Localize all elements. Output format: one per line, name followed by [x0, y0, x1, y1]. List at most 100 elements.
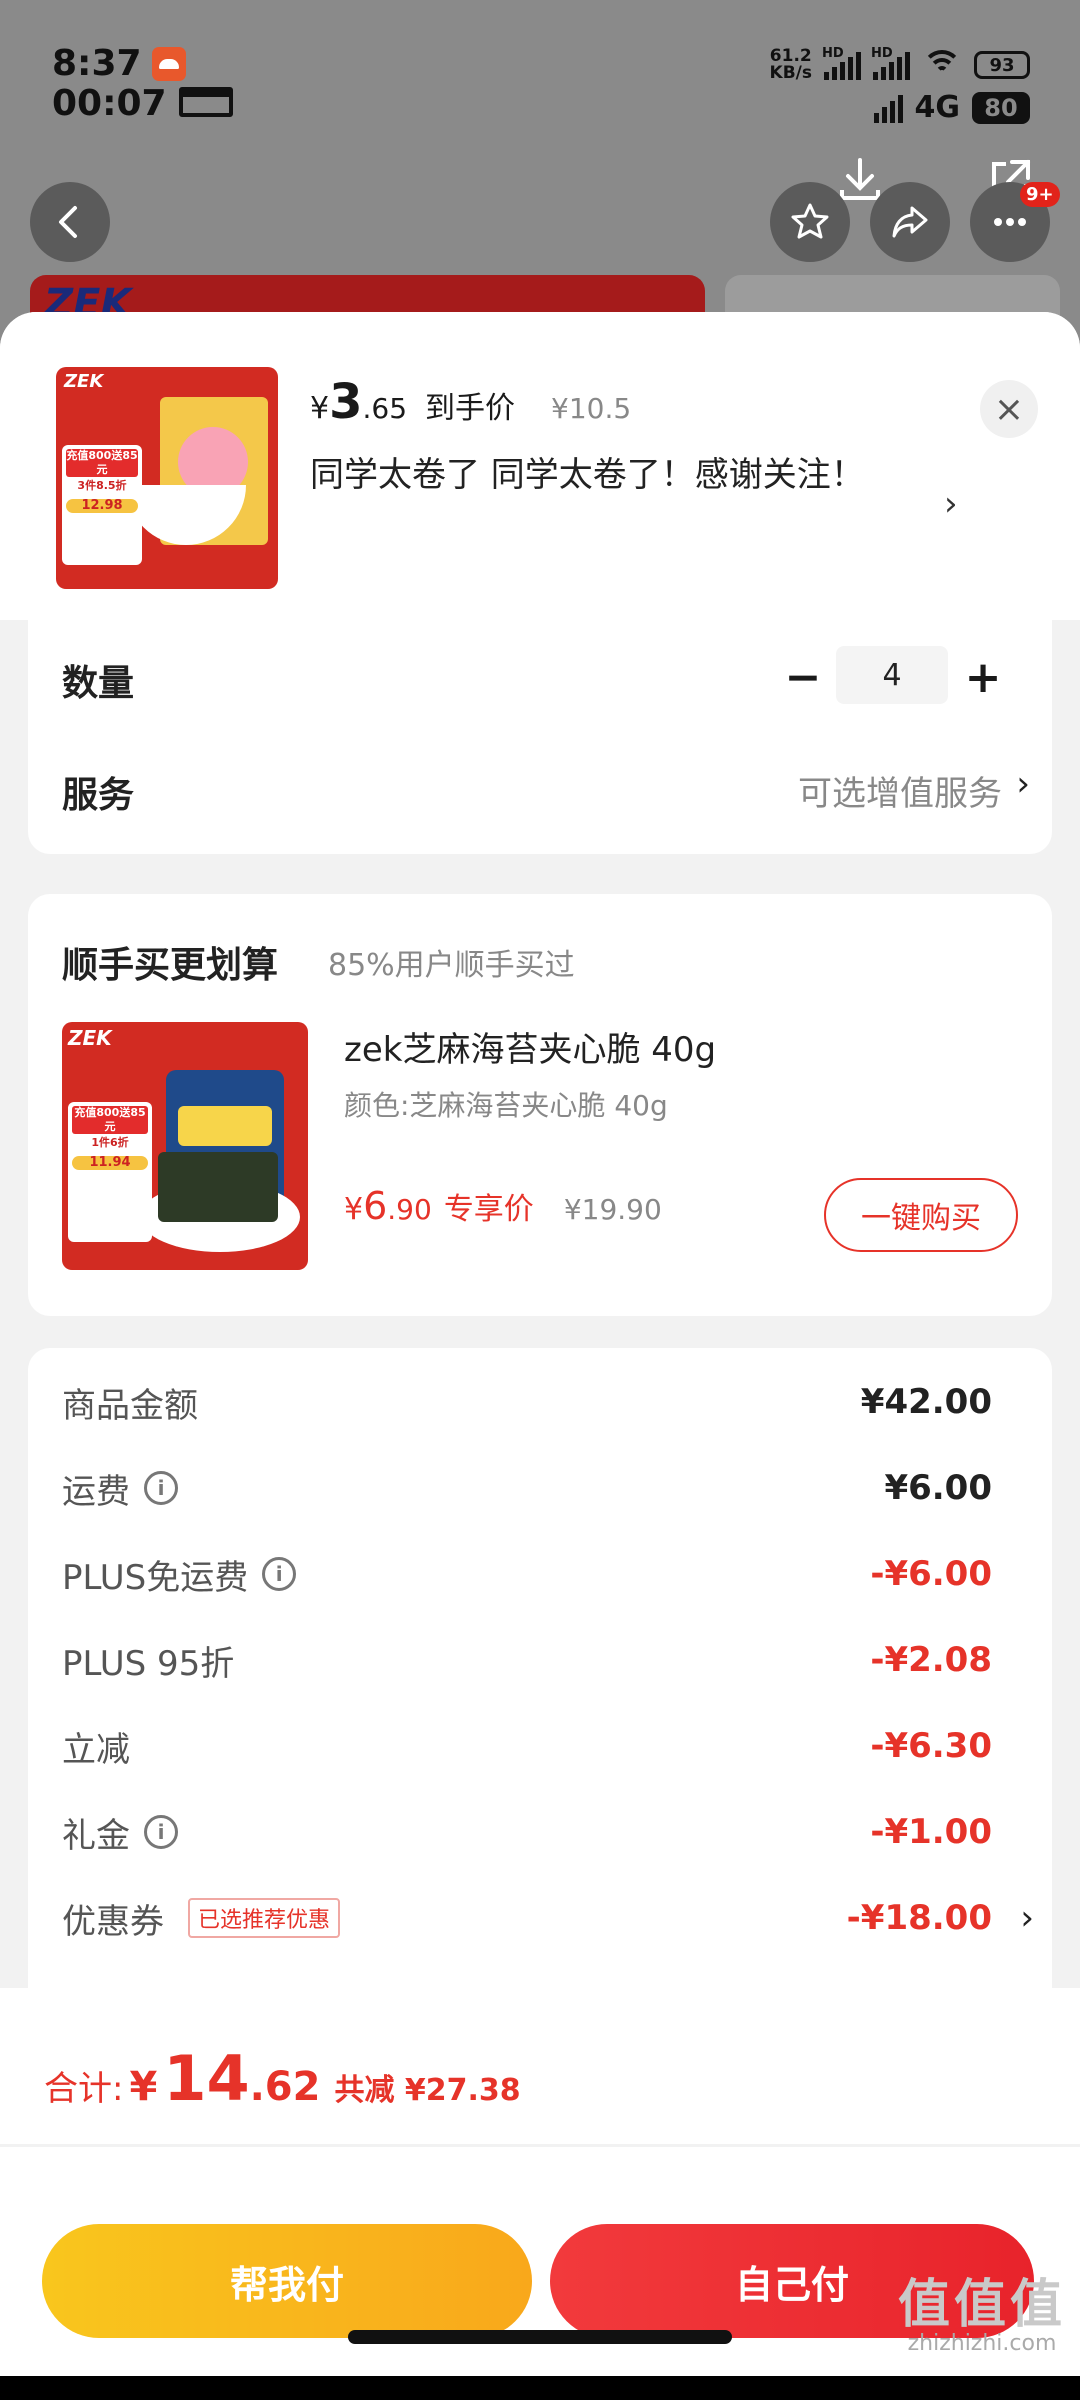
service-label: 服务 — [62, 775, 135, 816]
addon-product-spec: 颜色:芝麻海苔夹心脆 40g — [344, 1089, 668, 1122]
chevron-left-icon — [59, 206, 77, 238]
addon-product-image[interactable]: ZEK 充值800送85元 1件6折 11.94 — [62, 1022, 308, 1270]
price-currency: ¥ — [310, 391, 330, 426]
back-button[interactable] — [30, 182, 110, 262]
addon-promo-tag: 充值800送85元 1件6折 11.94 — [68, 1102, 152, 1242]
addon-price-decimal: .90 — [387, 1193, 432, 1226]
hd-label: HD — [822, 46, 844, 61]
addon-price: ¥ 6 .90 专享价 ¥19.90 — [344, 1184, 662, 1228]
quantity-increase-button[interactable]: + — [958, 652, 1008, 703]
coupon-label: 优惠券 — [62, 1901, 164, 1942]
fee-label: PLUS免运费 — [62, 1557, 249, 1598]
product-header: ZEK 充值800送85元 3件8.5折 12.98 ¥ 3 .65 到手价 ¥… — [0, 312, 1080, 620]
quantity-label: 数量 — [62, 663, 135, 704]
total-integer: 14 — [163, 2042, 250, 2115]
addon-product-name[interactable]: zek芝麻海苔夹心脆 40g — [344, 1022, 716, 1071]
fee-label: 商品金额 — [62, 1385, 198, 1426]
footer-divider — [0, 2144, 1080, 2147]
fee-row-plus-free-shipping: PLUS免运费 i -¥6.00 — [62, 1544, 1022, 1604]
chevron-right-icon[interactable]: › — [1016, 764, 1030, 804]
fee-label: 运费 — [62, 1471, 130, 1512]
network-type: 4G — [914, 90, 961, 125]
status-secondary-clock: 00:07 — [52, 83, 233, 124]
total-saved: 共减 ¥27.38 — [334, 2073, 521, 2108]
bed-icon — [178, 87, 233, 117]
info-icon[interactable]: i — [144, 1471, 178, 1505]
help-me-pay-button[interactable]: 帮我付 — [42, 2224, 532, 2338]
fee-row-shipping: 运费 i ¥6.00 — [62, 1458, 1022, 1518]
watermark-site: zhizhizhi.com — [907, 2331, 1057, 2356]
fee-row-plus-discount: PLUS 95折 -¥2.08 — [62, 1630, 1022, 1690]
status-left: 8:37 00:07 — [52, 44, 233, 124]
star-icon — [791, 203, 829, 239]
share-button[interactable] — [870, 182, 950, 262]
thumbnail-brand: ZEK — [64, 371, 104, 392]
total-currency: ¥ — [129, 2064, 158, 2110]
checkout-sheet: ZEK 充值800送85元 3件8.5折 12.98 ¥ 3 .65 到手价 ¥… — [0, 312, 1080, 2376]
addon-tag-price: 11.94 — [72, 1156, 148, 1170]
total-price: 合计: ¥ 14 .62 共减 ¥27.38 — [44, 2042, 521, 2115]
addon-price-label: 专享价 — [443, 1192, 534, 1227]
fee-label: 礼金 — [62, 1815, 130, 1856]
product-title[interactable]: 同学太卷了 同学太卷了！感谢关注！ — [310, 442, 910, 508]
signal-icon-2: HD — [871, 46, 910, 80]
signal-icon: HD — [822, 46, 861, 80]
info-icon[interactable]: i — [144, 1815, 178, 1849]
status-time-secondary: 00:07 — [52, 83, 167, 124]
addon-tag-text: 充值800送85元 — [72, 1106, 148, 1134]
addon-card: 顺手买更划算 85%用户顺手买过 ZEK 充值800送85元 1件6折 11.9… — [28, 894, 1052, 1316]
favorite-button[interactable] — [770, 182, 850, 262]
addon-brand: ZEK — [68, 1026, 112, 1050]
promo-tag-price: 12.98 — [66, 499, 138, 513]
bottom-edge — [0, 2376, 1080, 2400]
addon-tag-discount: 1件6折 — [91, 1136, 129, 1149]
original-price: ¥10.5 — [551, 392, 632, 425]
total-label: 合计: — [44, 2069, 124, 2109]
close-icon: × — [993, 388, 1025, 430]
status-right: 61.2 KB/s HD HD 93 4G 80 — [769, 46, 1030, 125]
quantity-input[interactable]: 4 — [836, 646, 948, 704]
status-time: 8:37 — [52, 43, 142, 84]
status-clock: 8:37 — [52, 44, 225, 84]
close-button[interactable]: × — [980, 380, 1038, 438]
addon-subtitle: 85%用户顺手买过 — [328, 948, 575, 983]
fee-value: -¥2.08 — [870, 1640, 992, 1680]
fee-value: -¥1.00 — [870, 1812, 992, 1852]
network-speed-unit: KB/s — [769, 63, 812, 83]
product-price: ¥ 3 .65 到手价 ¥10.5 — [310, 374, 631, 430]
price-breakdown-card: 商品金额 ¥42.00 运费 i ¥6.00 PLUS免运费 i -¥6.00 PL… — [28, 1348, 1052, 2028]
addon-nori-image — [158, 1152, 278, 1222]
share-arrow-icon — [892, 206, 928, 238]
chevron-right-icon[interactable]: › — [944, 484, 958, 524]
fee-row-gift-money: 礼金 i -¥1.00 — [62, 1802, 1022, 1862]
addon-price-integer: 6 — [363, 1184, 388, 1228]
fee-label: 立减 — [62, 1729, 130, 1770]
addon-original-price: ¥19.90 — [563, 1193, 662, 1226]
chevron-right-icon[interactable]: › — [1020, 1898, 1034, 1938]
promo-tag-text: 充值800送85元 — [66, 449, 138, 477]
fee-value: -¥6.00 — [870, 1554, 992, 1594]
one-click-buy-button[interactable]: 一键购买 — [824, 1178, 1018, 1252]
product-thumbnail: ZEK 充值800送85元 3件8.5折 12.98 — [56, 367, 278, 589]
price-integer: 3 — [329, 374, 363, 430]
fee-value: -¥6.30 — [870, 1726, 992, 1766]
more-dots-icon — [994, 218, 1026, 226]
home-indicator[interactable] — [348, 2330, 732, 2344]
fee-value: ¥6.00 — [884, 1468, 992, 1508]
fee-value: ¥42.00 — [860, 1382, 992, 1422]
total-decimal: .62 — [249, 2064, 321, 2110]
price-decimal: .65 — [362, 392, 408, 425]
cell-signal-icon — [873, 93, 903, 123]
wifi-icon — [922, 50, 962, 80]
status-bar: 8:37 00:07 61.2 KB/s HD HD 93 4G 80 — [0, 30, 1080, 130]
coupon-value: -¥18.00 — [846, 1898, 992, 1938]
fee-row-instant-discount: 立减 -¥6.30 — [62, 1716, 1022, 1776]
info-icon[interactable]: i — [262, 1557, 297, 1591]
addon-price-currency: ¥ — [344, 1192, 364, 1227]
hd-label-2: HD — [871, 46, 893, 61]
quantity-decrease-button[interactable]: − — [778, 652, 828, 703]
coupon-row[interactable]: 优惠券 已选推荐优惠 -¥18.00 › — [62, 1888, 1034, 1948]
battery-icon: 93 — [974, 51, 1030, 79]
options-card: 数量 − 4 + 服务 可选增值服务 › — [28, 602, 1052, 854]
service-value[interactable]: 可选增值服务 — [798, 766, 1002, 815]
